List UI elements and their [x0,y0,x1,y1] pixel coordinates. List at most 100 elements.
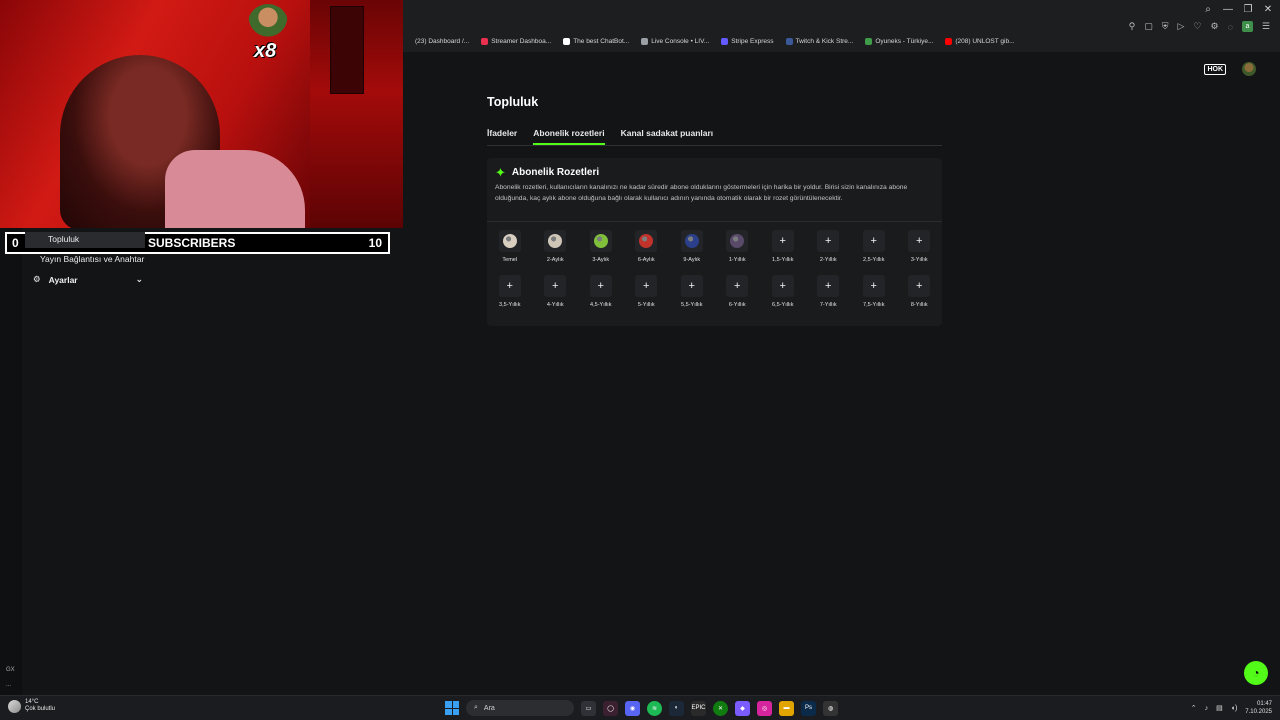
epic-icon[interactable]: EPIC [691,700,706,716]
badge-image-slot[interactable] [498,230,521,252]
logo-icon[interactable]: HOK [1204,63,1226,75]
bookmark-item[interactable]: Oyuneks - Türkiye... [865,38,933,45]
badge-image-slot[interactable] [589,230,612,252]
badge-cell: +3,5-Yıllık [487,275,533,308]
badge-label: 2-Aylık [546,257,564,263]
steam-icon[interactable]: ◐ [669,700,684,716]
add-badge-button[interactable]: + [498,275,521,297]
heart-icon[interactable]: ♡ [1193,21,1201,32]
sidebar-item-community-overlay[interactable]: Topluluk [25,232,145,248]
volume-icon[interactable]: ◖) [1231,705,1238,712]
badge-cell: +5-Yıllık [624,275,670,308]
bookmark-item[interactable]: Twitch & Kick Stre... [785,38,854,45]
badge-icon [684,234,699,248]
badge-cell: +6,5-Yıllık [760,275,806,308]
plus-icon: + [643,280,650,292]
bookmark-item[interactable]: (23) Dashboard /... [405,38,469,45]
tab-subscription-badges[interactable]: Abonelik rozetleri [533,128,605,145]
add-badge-button[interactable]: + [862,230,885,252]
add-badge-button[interactable]: + [862,275,885,297]
bookmark-item[interactable]: Live Console • LIV... [641,38,709,45]
weather-widget[interactable]: 14°C Çok bulutlu [8,699,55,713]
clock[interactable]: 01:47 7.10.2025 [1245,700,1272,716]
search-icon: ⌕ [474,704,478,711]
tab-loyalty-points[interactable]: Kanal sadakat puanları [621,128,714,145]
bookmark-item[interactable]: (208) UNLOST gib... [945,38,1015,45]
add-badge-button[interactable]: + [908,275,931,297]
instagram-icon[interactable]: ◎ [757,700,772,716]
pin-icon[interactable]: ⚲ [1129,21,1136,32]
bookmark-label: Twitch & Kick Stre... [795,38,854,45]
add-badge-button[interactable]: + [726,275,749,297]
avatar[interactable] [1242,62,1256,76]
opera-icon[interactable]: ◯ [603,700,618,716]
tab-emotes[interactable]: İfadeler [487,128,517,145]
photoshop-icon[interactable]: Ps [801,700,816,716]
badge-label: 1,5-Yıllık [772,257,794,263]
plus-icon: + [825,235,832,247]
badge-image-slot[interactable] [544,230,567,252]
windows-start-icon[interactable] [445,701,459,715]
clock-time: 01:47 [1256,701,1272,707]
bookmark-icon [563,38,571,45]
settings-icon[interactable]: ⚙ [1210,21,1218,32]
xbox-icon[interactable]: ✕ [713,700,728,716]
file-icon[interactable]: ▭ [581,700,596,716]
badge-image-slot[interactable] [635,230,658,252]
plus-icon: + [552,280,559,292]
add-badge-button[interactable]: + [771,230,794,252]
maximize-icon[interactable]: ❐ [1242,4,1254,15]
plus-icon: + [870,235,877,247]
webcam-overlay: x8 [0,0,403,228]
add-badge-button[interactable]: + [817,275,840,297]
bookmark-item[interactable]: Streamer Dashboa... [481,38,551,45]
obs-icon[interactable]: ◍ [823,700,838,716]
add-badge-button[interactable]: + [635,275,658,297]
copilot-icon[interactable]: ◆ [735,700,750,716]
network-icon[interactable]: ▤ [1216,704,1223,712]
taskbar-search[interactable]: ⌕ Ara [466,700,574,716]
play-icon[interactable]: ▷ [1177,21,1184,32]
chevron-up-icon[interactable]: ⌃ [1191,704,1197,712]
chat-icon[interactable]: ◌ [1228,22,1233,32]
bookmark-icon [405,38,412,45]
bookmark-item[interactable]: The best ChatBot... [563,38,629,45]
weather-description: Çok bulutlu [25,706,56,712]
badge-cell: Temel [487,230,533,263]
camera-icon[interactable]: ▢ [1144,21,1153,32]
add-badge-button[interactable]: + [589,275,612,297]
rail-label[interactable]: GX [6,667,15,673]
badge-grid: Temel 2-Aylık 3-Aylık 6-Aylık 9-Aylık 1-Yıllı… [487,230,942,308]
rail-more[interactable]: ... [6,682,11,688]
add-badge-button[interactable]: + [680,275,703,297]
shield-icon[interactable]: ⛨ [1162,21,1169,32]
sidebar-item-settings[interactable]: ⚙ Ayarlar ⌄ [33,274,143,285]
minimize-icon[interactable]: — [1222,4,1234,15]
add-badge-button[interactable]: + [908,230,931,252]
badge-label: 3-Yıllık [910,257,928,263]
help-chat-button[interactable]: ◔ [1244,661,1268,685]
bookmark-item[interactable]: Stripe Express [721,38,774,45]
microphone-icon[interactable]: ♪ [1205,705,1209,712]
page-title: Topluluk [487,95,539,109]
menu-icon[interactable]: ☰ [1262,21,1270,32]
goal-current: 0 [12,236,19,250]
badge-cell: +3-Yıllık [897,230,943,263]
close-icon[interactable]: ✕ [1262,4,1274,15]
profile-icon[interactable]: a [1241,21,1253,32]
spotify-icon[interactable]: ≋ [647,700,662,716]
badge-label: 5,5-Yıllık [681,302,703,308]
add-badge-button[interactable]: + [817,230,840,252]
badge-image-slot[interactable] [680,230,703,252]
badge-cell: 3-Aylık [578,230,624,263]
sidebar-item-stream-key[interactable]: Yayın Bağlantısı ve Anahtar [40,254,144,264]
search-icon[interactable]: ⌕ [1202,4,1214,15]
discord-icon[interactable]: ◉ [625,700,640,716]
badge-image-slot[interactable] [726,230,749,252]
add-badge-button[interactable]: + [544,275,567,297]
folder-icon[interactable]: ▬ [779,700,794,716]
badge-label: 2,5-Yıllık [863,257,885,263]
plus-icon: + [870,280,877,292]
goal-title: SUBSCRIBERS [148,236,236,250]
add-badge-button[interactable]: + [771,275,794,297]
